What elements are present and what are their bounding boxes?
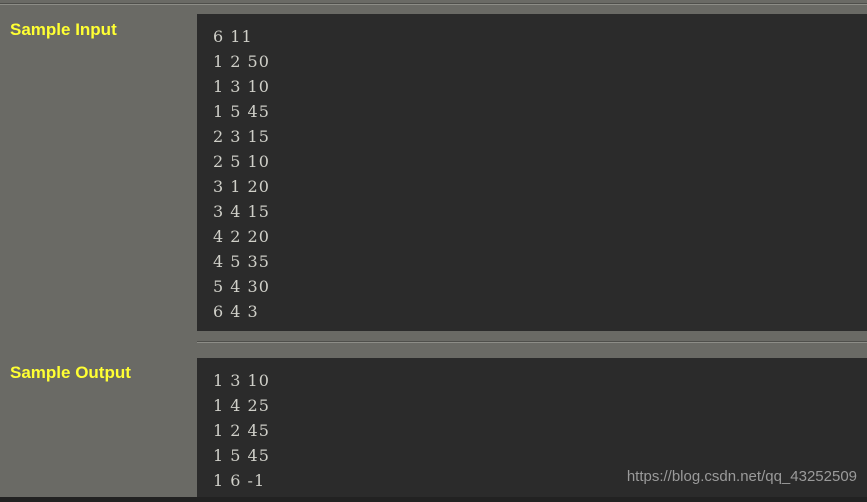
bottom-strip: [0, 497, 867, 502]
sample-input-label: Sample Input: [10, 20, 117, 39]
sample-input-section: Sample Input 6 11 1 2 50 1 3 10 1 5 45 2…: [0, 0, 867, 341]
sample-input-code-box[interactable]: 6 11 1 2 50 1 3 10 1 5 45 2 3 15 2 5 10 …: [197, 14, 867, 331]
sample-output-code-box[interactable]: 1 3 10 1 4 25 1 2 45 1 5 45 1 6 -1: [197, 358, 867, 497]
problem-sample-panel: Sample Input 6 11 1 2 50 1 3 10 1 5 45 2…: [0, 0, 867, 502]
sample-output-label: Sample Output: [10, 363, 131, 382]
section-divider: [197, 341, 867, 343]
sample-output-code: 1 3 10 1 4 25 1 2 45 1 5 45 1 6 -1: [213, 371, 270, 490]
sample-input-code: 6 11 1 2 50 1 3 10 1 5 45 2 3 15 2 5 10 …: [213, 27, 270, 321]
sample-output-section: Sample Output 1 3 10 1 4 25 1 2 45 1 5 4…: [0, 358, 867, 502]
